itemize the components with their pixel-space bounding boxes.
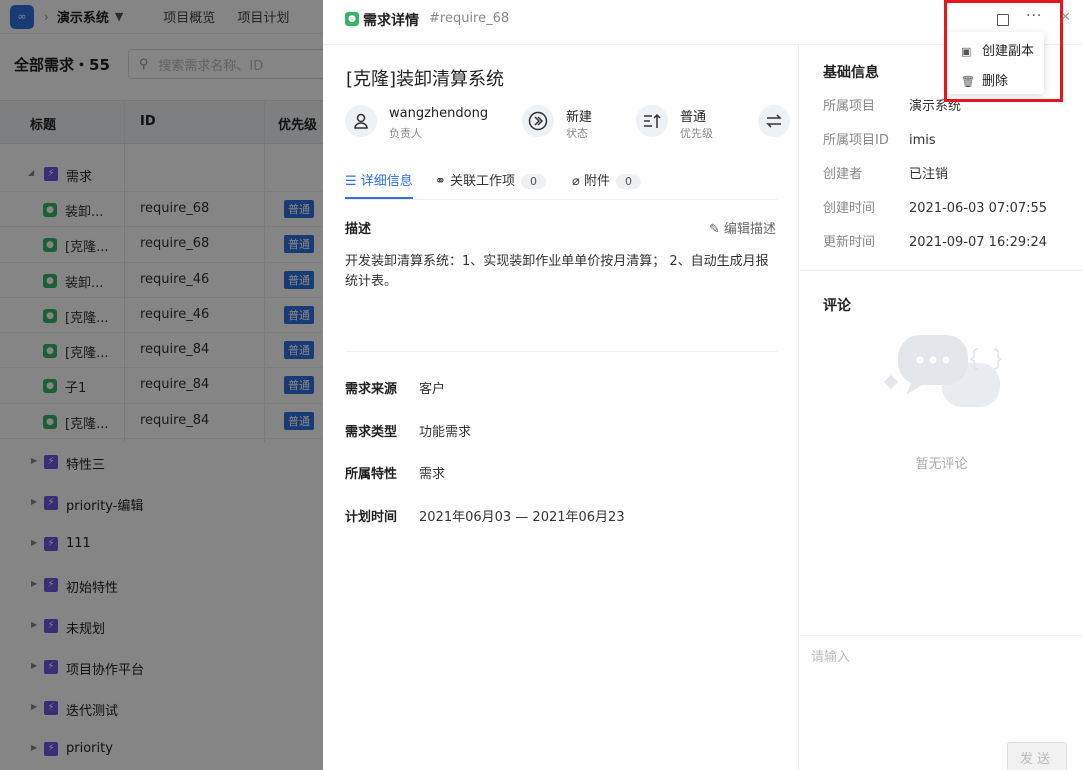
tab-details[interactable]: ☰ 详细信息 (345, 170, 413, 189)
edit-description-button[interactable]: ✎ 编辑描述 (709, 218, 776, 237)
detail-main: [克隆]装卸清算系统 wangzhendong 负责人 新建 状态 普通 优先级 (323, 45, 799, 770)
info-key: 更新时间 (823, 235, 876, 250)
attr-key: 需求来源 (345, 382, 398, 397)
edit-description-label: 编辑描述 (724, 222, 777, 237)
detail-tabs: ☰ 详细信息 ⚭ 关联工作项 0 ⌀ 附件 0 (345, 158, 777, 200)
attr-feature: 所属特性 需求 (345, 463, 445, 482)
attr-source: 需求来源 客户 (345, 378, 445, 397)
swap-icon (758, 105, 790, 137)
requirement-icon: ● (345, 12, 359, 26)
info-row: 所属项目ID imis (823, 129, 936, 148)
user-icon (345, 105, 377, 137)
info-key: 所属项目 (823, 99, 876, 114)
highlight-box (944, 0, 1063, 102)
drawer-title: 需求详情 (363, 13, 419, 29)
description-heading: 描述 (345, 222, 372, 237)
attr-key: 需求类型 (345, 425, 398, 440)
divider (345, 351, 777, 352)
description-text: 开发装卸清算系统：1、实现装卸作业单单价按月清算； 2、自动生成月报统计表。 (345, 254, 769, 289)
empty-comments-text: 暂无评论 (915, 457, 968, 472)
info-value: imis (909, 133, 936, 148)
basic-info-heading: 基础信息 (823, 65, 879, 81)
attr-plan-time: 计划时间 2021年06月03 — 2021年06月23 (345, 506, 625, 525)
divider (800, 270, 1083, 271)
sort-priority-icon (636, 105, 668, 137)
attr-value[interactable]: 2021年06月03 — 2021年06月23 (419, 510, 625, 525)
comment-placeholder: 请输入 (811, 650, 851, 665)
info-row: 创建者 已注销 (823, 163, 948, 182)
info-row: 所属项目 演示系统 (823, 95, 961, 114)
active-tab-indicator (345, 197, 413, 199)
assignee-value: wangzhendong (389, 106, 489, 121)
status-value: 新建 (566, 110, 593, 125)
tab-attachments-label: 附件 (583, 174, 610, 189)
tab-attachments[interactable]: ⌀ 附件 0 (572, 170, 641, 189)
info-key: 创建者 (823, 167, 863, 182)
attr-value[interactable]: 客户 (419, 382, 445, 397)
requirement-id: #require_68 (429, 11, 510, 26)
modal-overlay[interactable] (0, 0, 323, 770)
attr-type: 需求类型 功能需求 (345, 421, 471, 440)
info-value: 2021-06-03 07:07:55 (909, 201, 1048, 216)
status-label: 状态 (566, 127, 588, 140)
tab-details-label: 详细信息 (360, 174, 413, 189)
status-forward-icon (522, 105, 554, 137)
comments-heading: 评论 (823, 298, 851, 314)
linked-count: 0 (521, 174, 547, 189)
send-button[interactable]: 发送 (1007, 742, 1067, 770)
info-row: 创建时间 2021-06-03 07:07:55 (823, 197, 1047, 216)
detail-sidebar: 基础信息 所属项目 演示系统 所属项目ID imis 创建者 已注销 创建时间 2021… (800, 45, 1083, 770)
info-value: 2021-09-07 16:29:24 (909, 235, 1048, 250)
comment-input[interactable]: 请输入 发送 (800, 635, 1083, 770)
attr-value[interactable]: 功能需求 (419, 425, 471, 440)
empty-chat-icon (883, 335, 1003, 407)
info-key: 创建时间 (823, 201, 876, 216)
info-row: 更新时间 2021-09-07 16:29:24 (823, 231, 1047, 250)
attr-value[interactable]: 需求 (419, 467, 445, 482)
priority-label: 优先级 (680, 127, 713, 140)
attr-key: 计划时间 (345, 510, 398, 525)
requirement-detail-drawer: ● 需求详情 #require_68 ··· ✕ [克隆]装卸清算系统 wang… (323, 0, 1083, 770)
priority-value: 普通 (680, 110, 707, 125)
attachments-count: 0 (615, 174, 641, 189)
tab-linked-label: 关联工作项 (450, 174, 516, 189)
requirement-title[interactable]: [克隆]装卸清算系统 (346, 65, 504, 91)
attr-key: 所属特性 (345, 467, 398, 482)
assignee-label: 负责人 (389, 127, 422, 140)
info-value: 已注销 (909, 167, 949, 182)
tab-linked-items[interactable]: ⚭ 关联工作项 0 (435, 170, 547, 189)
info-key: 所属项目ID (823, 133, 889, 148)
